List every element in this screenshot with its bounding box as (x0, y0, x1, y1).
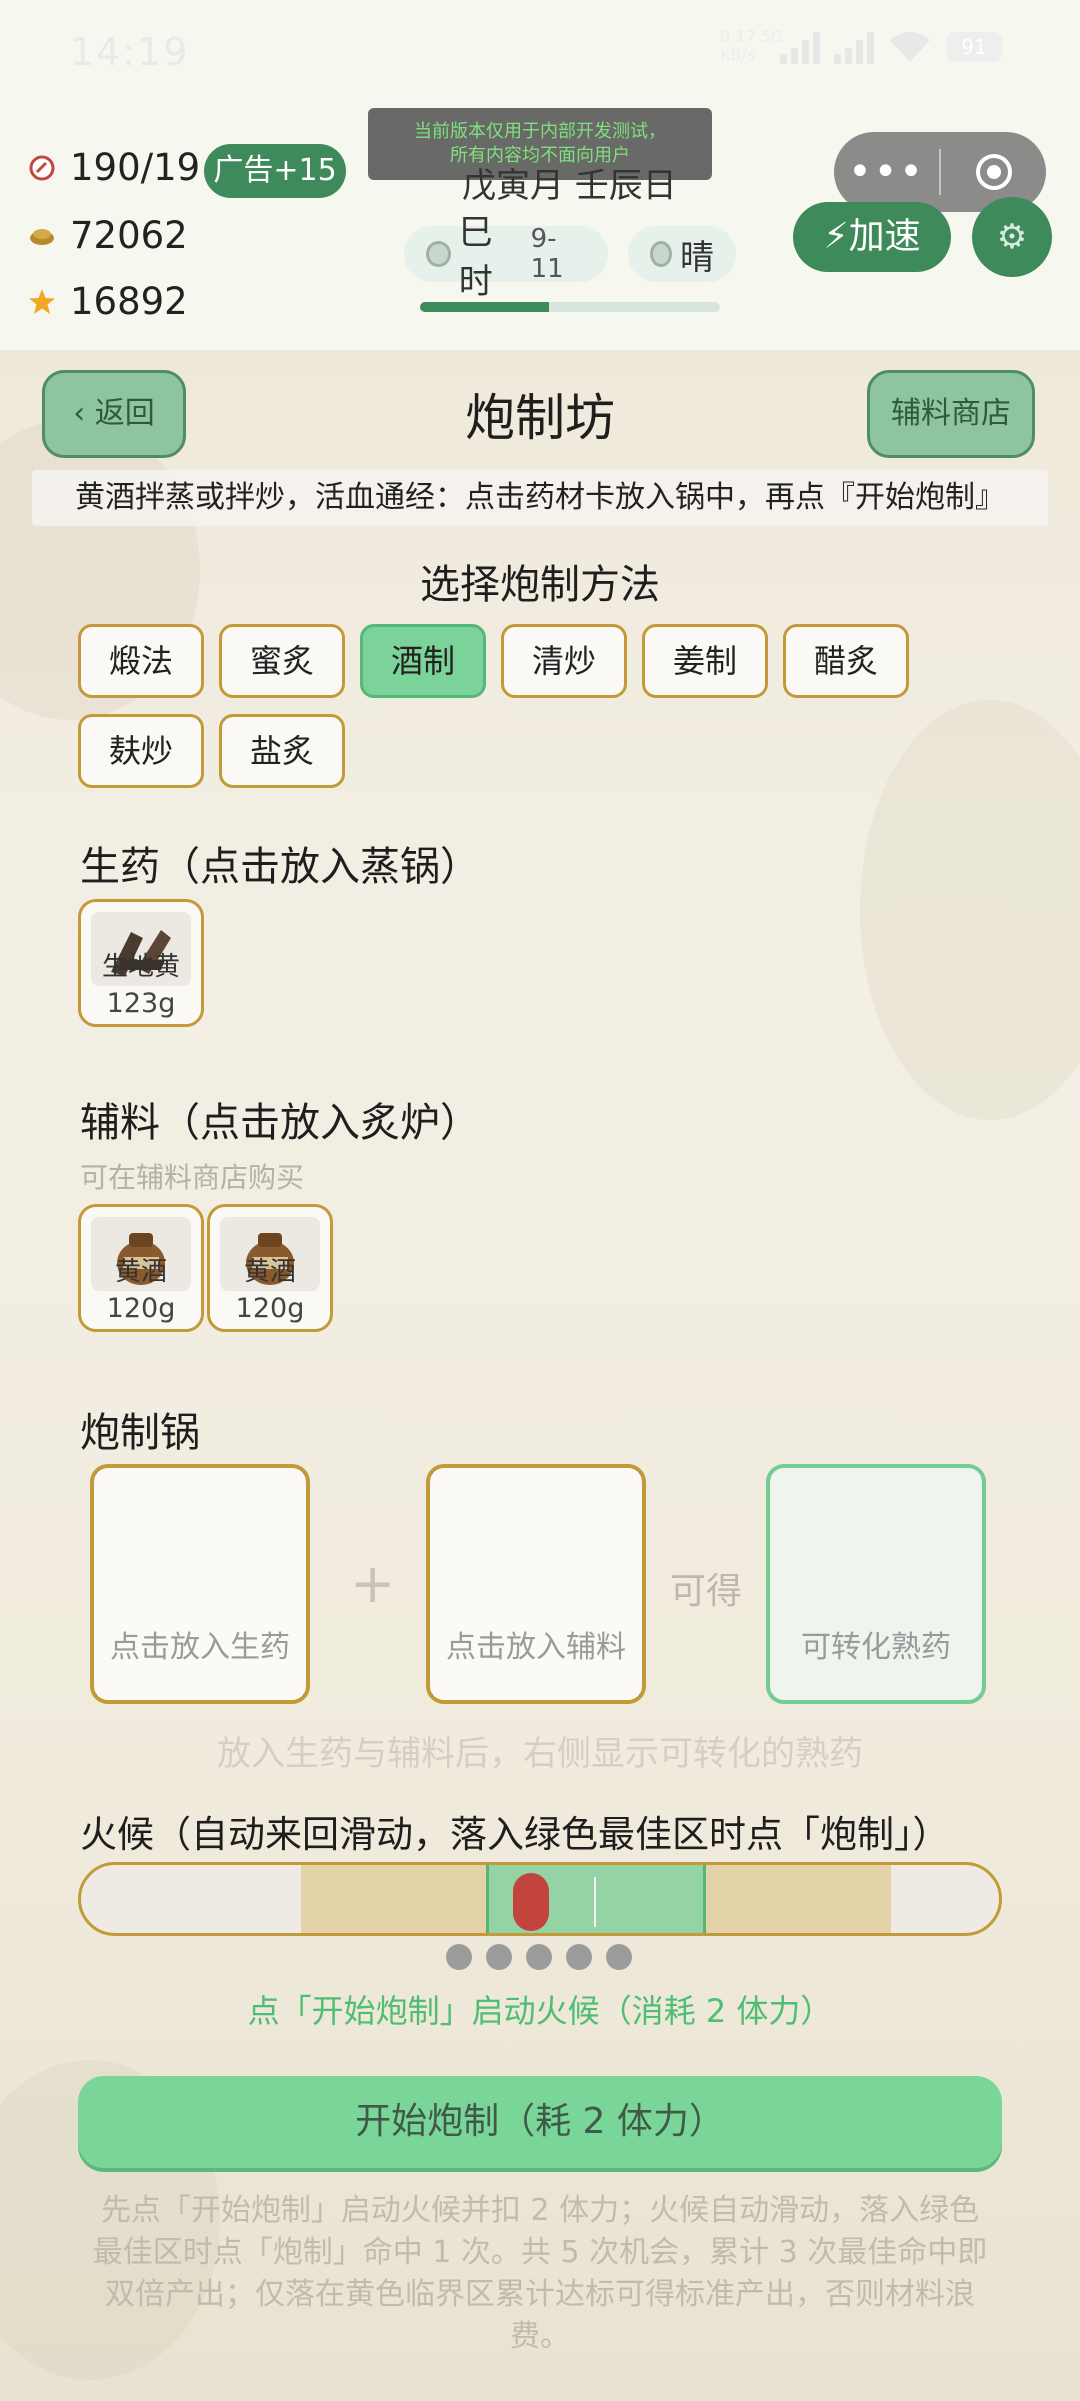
raw-herb-qty: 123g (106, 988, 176, 1019)
raw-herb-card[interactable]: 生地黄 123g (78, 899, 204, 1027)
aux-item-card[interactable]: 黄酒 120g (78, 1204, 204, 1332)
fire-section-title: 火候（自动来回滑动，落入绿色最佳区时点「炮制」） (80, 1813, 950, 1856)
fire-status: 点「开始炮制」启动火候（消耗 2 体力） (247, 1992, 833, 2030)
pot-section-title: 炮制锅 (80, 1410, 200, 1456)
attempt-dot (486, 1944, 512, 1970)
status-time: 14:19 (70, 30, 190, 74)
raw-section-title: 生药（点击放入蒸锅） (80, 844, 480, 890)
stamina-icon (29, 155, 55, 180)
method-vinegar[interactable]: 醋炙 (783, 624, 909, 698)
aux-slot[interactable]: 点击放入辅料 (426, 1464, 646, 1704)
raw-slot-label: 点击放入生药 (110, 1630, 290, 1665)
hour-range: 9-11 (530, 224, 564, 284)
stamina-value: 190/190 (70, 146, 202, 189)
status-bar: 14:19 0.17 5G KB/s 91 (0, 0, 1080, 100)
critical-zone-right (706, 1865, 891, 1933)
heat-cursor (512, 1873, 549, 1931)
network-speed: 0.17 5G KB/s (720, 27, 784, 64)
ad-reward-button[interactable]: 广告+15 (204, 144, 346, 198)
method-bran-fry[interactable]: 麸炒 (78, 714, 204, 788)
attempt-dot (526, 1944, 552, 1970)
attempt-dot (566, 1944, 592, 1970)
critical-zone-left (301, 1865, 486, 1933)
hour-label: 巳时 (458, 213, 493, 302)
rules-text: 先点「开始炮制」启动火候并扣 2 体力；火候自动滑动，落入绿色最佳区时点「炮制」… (92, 2193, 988, 2354)
method-plain-fry[interactable]: 清炒 (501, 624, 627, 698)
hour-pill: 巳时 9-11 (404, 213, 608, 302)
aux-item-name: 黄酒 (243, 1257, 296, 1287)
money-value: 72062 (70, 214, 188, 257)
raw-herb-slot[interactable]: 点击放入生药 (90, 1464, 310, 1704)
heat-control-bar[interactable] (78, 1862, 1002, 1936)
instruction-banner: 黄酒拌蒸或拌炒，活血通经：点击药材卡放入锅中，再点『开始炮制』 (32, 470, 1048, 526)
attempt-dot (606, 1944, 632, 1970)
aux-slot-label: 点击放入辅料 (446, 1630, 626, 1665)
money-stat: 72062 (28, 214, 188, 257)
status-icons: 91 (780, 30, 1002, 64)
star-icon (29, 288, 55, 314)
settings-gear-icon[interactable]: ⚙ (972, 197, 1052, 277)
method-wine[interactable]: 酒制 (360, 624, 486, 698)
result-slot-label: 可转化熟药 (801, 1630, 951, 1665)
result-slot: 可转化熟药 (766, 1464, 986, 1704)
wifi-icon (890, 32, 930, 62)
aux-section-title: 辅料（点击放入炙炉） (80, 1100, 480, 1146)
signal-icon (780, 30, 820, 64)
start-processing-button[interactable]: 开始炮制（耗 2 体力） (78, 2076, 1002, 2168)
attempt-dot (446, 1944, 472, 1970)
method-salt[interactable]: 盐炙 (219, 714, 345, 788)
method-section-title: 选择炮制方法 (420, 562, 660, 608)
clock-icon (426, 241, 451, 267)
aux-item-qty: 120g (106, 1293, 176, 1324)
more-menu-icon[interactable]: ••• (834, 149, 939, 195)
stars-value: 16892 (70, 280, 188, 323)
aux-item-card[interactable]: 黄酒 120g (207, 1204, 333, 1332)
aux-item-qty: 120g (235, 1293, 305, 1324)
aux-section-subtitle: 可在辅料商店购买 (80, 1161, 305, 1194)
plus-icon: + (350, 1552, 396, 1615)
ganzhi-date: 戊寅月 壬辰日 (462, 166, 677, 206)
battery-icon: 91 (946, 32, 1002, 62)
close-miniprogram-icon[interactable] (941, 154, 1046, 190)
attempt-indicators (446, 1944, 632, 1970)
stamina-stat: 190/190 (28, 146, 202, 189)
weather-label: 晴 (680, 237, 714, 278)
time-progress-fill (420, 302, 549, 312)
aux-item-name: 黄酒 (114, 1257, 167, 1287)
time-progress-bar (420, 302, 720, 312)
method-calcine[interactable]: 煅法 (78, 624, 204, 698)
optimal-center-mark (594, 1877, 596, 1927)
method-ginger[interactable]: 姜制 (642, 624, 768, 698)
yields-label: 可得 (670, 1571, 743, 1612)
aux-shop-button[interactable]: 辅料商店 (867, 370, 1035, 458)
weather-icon (650, 241, 672, 267)
pot-hint: 放入生药与辅料后，右侧显示可转化的熟药 (217, 1734, 863, 1774)
speed-up-button[interactable]: ⚡加速 (793, 202, 951, 272)
method-honey[interactable]: 蜜炙 (219, 624, 345, 698)
coin-icon (30, 228, 54, 245)
weather-pill: 晴 (628, 226, 736, 282)
stars-stat: 16892 (28, 280, 188, 323)
signal-icon (834, 30, 874, 64)
raw-herb-name: 生地黄 (101, 952, 180, 982)
